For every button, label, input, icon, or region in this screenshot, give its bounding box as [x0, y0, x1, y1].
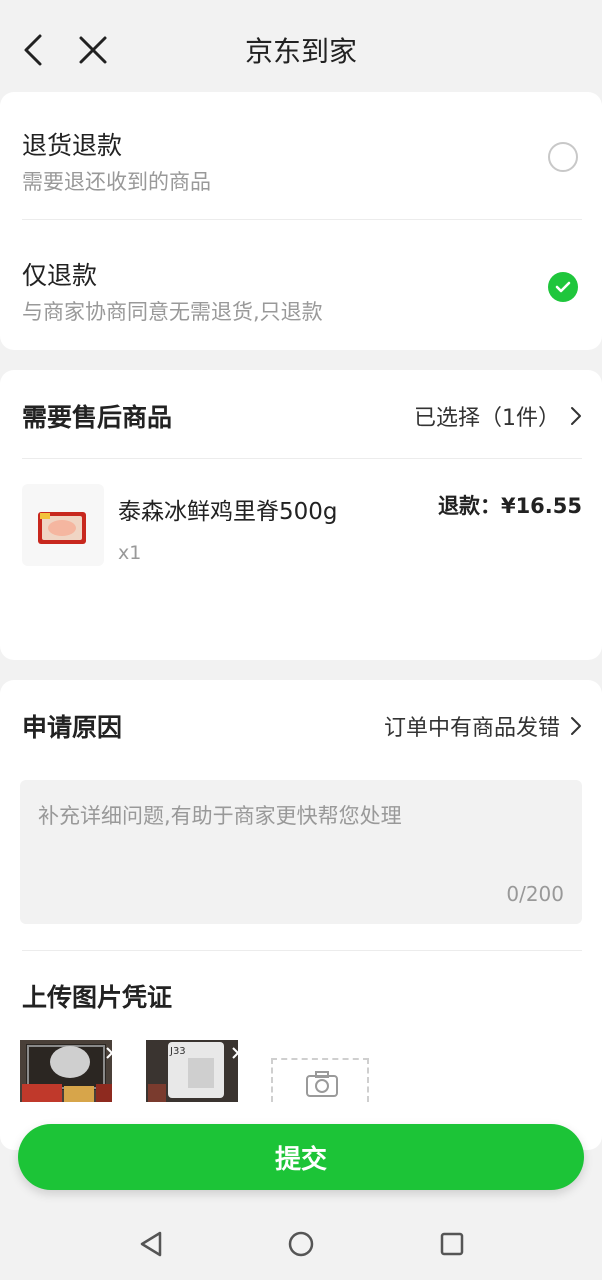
radio-unchecked-icon[interactable]	[548, 142, 578, 172]
submit-button[interactable]: 提交	[18, 1124, 584, 1190]
system-navigation-bar	[0, 1208, 602, 1280]
goods-selected-text: 已选择（1件）	[414, 406, 560, 431]
nav-recents-icon[interactable]	[439, 1231, 465, 1257]
chevron-right-icon	[571, 407, 581, 425]
option-refund-only[interactable]: 仅退款 与商家协商同意无需退货,只退款	[22, 222, 582, 350]
detail-textarea[interactable]: 补充详细问题,有助于商家更快帮您处理 0/200	[20, 780, 582, 924]
photo-2-text: J33	[169, 1046, 186, 1057]
refund-type-card: 退货退款 需要退还收到的商品 仅退款 与商家协商同意无需退货,只退款	[0, 92, 602, 350]
option-label: 仅退款	[22, 261, 98, 290]
reason-value: 订单中有商品发错	[383, 716, 560, 741]
nav-home-icon[interactable]	[287, 1230, 315, 1258]
reason-section-title: 申请原因	[22, 713, 123, 742]
divider	[22, 950, 582, 951]
chevron-right-icon	[571, 717, 581, 735]
page-title: 京东到家	[244, 35, 357, 68]
option-return-and-refund[interactable]: 退货退款 需要退还收到的商品	[22, 92, 582, 220]
goods-selected-link[interactable]: 已选择（1件）	[414, 400, 582, 432]
product-quantity: x1	[118, 542, 142, 564]
divider	[22, 458, 582, 459]
product-refund-amount: 退款：¥16.55	[437, 494, 582, 518]
camera-icon	[306, 1071, 338, 1097]
product-image	[22, 484, 104, 566]
option-description: 需要退还收到的商品	[22, 170, 211, 194]
radio-checked-icon[interactable]	[548, 272, 578, 302]
top-bar: 京东到家	[0, 0, 602, 96]
reason-select[interactable]: 订单中有商品发错	[384, 710, 582, 742]
upload-section-title: 上传图片凭证	[22, 983, 173, 1012]
nav-back-icon[interactable]	[138, 1230, 164, 1258]
goods-section-title: 需要售后商品	[22, 403, 173, 432]
textarea-placeholder: 补充详细问题,有助于商家更快帮您处理	[38, 804, 402, 828]
option-label: 退货退款	[22, 131, 123, 160]
char-counter: 0/200	[506, 882, 564, 906]
add-photo-button[interactable]	[271, 1058, 369, 1102]
product-name: 泰森冰鲜鸡里脊500g	[118, 499, 338, 525]
option-description: 与商家协商同意无需退货,只退款	[22, 300, 323, 324]
aftersale-goods-card: 需要售后商品 已选择（1件） 泰森冰鲜鸡里脊500g x1 退款：¥16.55	[0, 370, 602, 660]
reason-card: 申请原因 订单中有商品发错 补充详细问题,有助于商家更快帮您处理 0/200 上…	[0, 680, 602, 1150]
